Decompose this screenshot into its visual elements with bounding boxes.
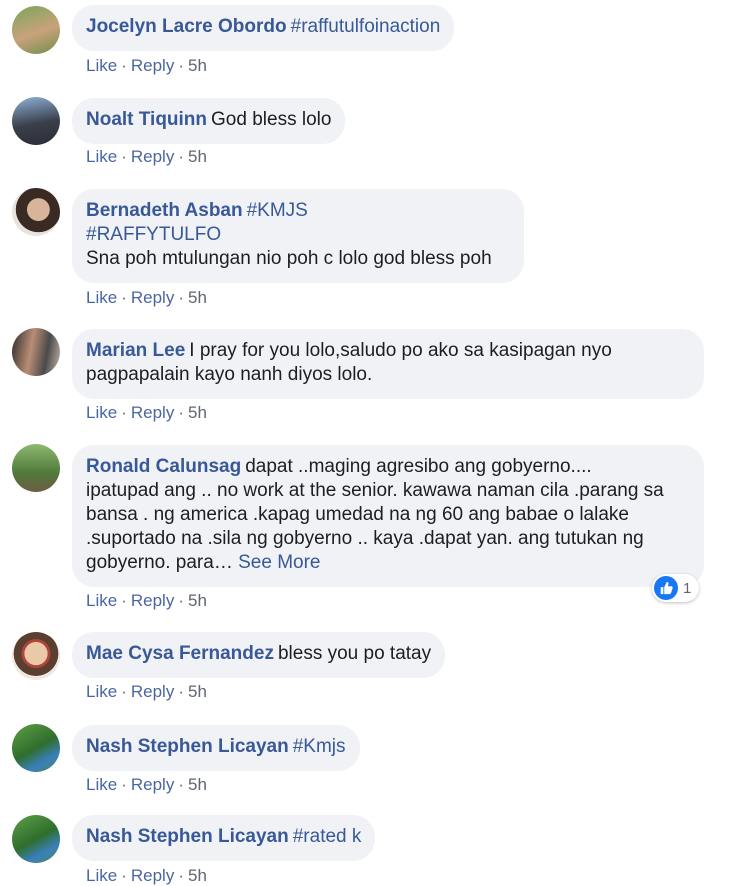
- comment-actions: Like · Reply · 5h: [86, 147, 207, 166]
- avatar[interactable]: [12, 97, 60, 145]
- avatar[interactable]: [12, 632, 60, 680]
- comment-actions: Like · Reply · 5h: [86, 682, 207, 701]
- timestamp[interactable]: 5h: [188, 147, 207, 166]
- comment-bubble: Ronald Calunsag dapat ..maging agresibo a…: [72, 445, 704, 587]
- avatar[interactable]: [12, 724, 60, 772]
- timestamp[interactable]: 5h: [188, 775, 207, 794]
- commenter-name[interactable]: Jocelyn Lacre Obordo: [86, 16, 287, 37]
- timestamp[interactable]: 5h: [188, 56, 207, 75]
- commenter-name[interactable]: Marian Lee: [86, 340, 185, 361]
- avatar[interactable]: [12, 444, 60, 492]
- comment-bubble: Nash Stephen Licayan #rated k: [72, 815, 376, 861]
- comment-bubble: Nash Stephen Licayan #Kmjs: [72, 725, 360, 771]
- comment-text: bless you po tatay: [277, 643, 432, 664]
- like-link[interactable]: Like: [86, 591, 117, 610]
- timestamp[interactable]: 5h: [188, 682, 207, 701]
- comment-hashtag[interactable]: #RAFFYTULFO: [86, 224, 221, 245]
- comment-text: I pray for you lolo,saludo po ako sa kas…: [189, 340, 612, 361]
- reply-link[interactable]: Reply: [131, 56, 174, 75]
- reply-link[interactable]: Reply: [131, 682, 174, 701]
- comment-bubble: Bernadeth Asban #KMJS #RAFFYTULFO Sna poh…: [72, 189, 524, 283]
- commenter-name[interactable]: Nash Stephen Licayan: [86, 826, 289, 847]
- like-link[interactable]: Like: [86, 56, 117, 75]
- like-link[interactable]: Like: [86, 775, 117, 794]
- like-link[interactable]: Like: [86, 682, 117, 701]
- like-link[interactable]: Like: [86, 147, 117, 166]
- comment-text: pagpapalain kayo nanh diyos lolo.: [86, 364, 373, 385]
- avatar[interactable]: [12, 815, 60, 863]
- timestamp[interactable]: 5h: [188, 403, 207, 422]
- commenter-name[interactable]: Ronald Calunsag: [86, 456, 241, 477]
- reply-link[interactable]: Reply: [131, 288, 174, 307]
- timestamp[interactable]: 5h: [188, 288, 207, 307]
- comment-text: gobyerno. para…: [86, 552, 233, 573]
- reaction-count[interactable]: 1: [652, 574, 700, 602]
- comment-hashtag[interactable]: #rated k: [293, 826, 362, 847]
- see-more-link[interactable]: See More: [238, 552, 320, 573]
- comment-bubble: Noalt Tiquinn God bless lolo: [72, 98, 346, 144]
- comment-text: Sna poh mtulungan nio poh c lolo god ble…: [86, 248, 492, 269]
- comment-actions: Like · Reply · 5h: [86, 403, 207, 422]
- comment-hashtag[interactable]: #raffutulfoinaction: [291, 16, 441, 37]
- comment-actions: Like · Reply · 5h: [86, 591, 207, 610]
- commenter-name[interactable]: Nash Stephen Licayan: [86, 736, 289, 757]
- comment-bubble: Jocelyn Lacre Obordo #raffutulfoinaction: [72, 5, 455, 51]
- reaction-count-number: 1: [683, 579, 692, 597]
- reply-link[interactable]: Reply: [131, 147, 174, 166]
- avatar[interactable]: [12, 6, 60, 54]
- avatar[interactable]: [12, 328, 60, 376]
- reply-link[interactable]: Reply: [131, 403, 174, 422]
- commenter-name[interactable]: Mae Cysa Fernandez: [86, 643, 274, 664]
- avatar[interactable]: [12, 188, 60, 236]
- like-link[interactable]: Like: [86, 403, 117, 422]
- comment-text: .suportado na .sila ng gobyerno .. kaya …: [86, 528, 644, 549]
- comment-hashtag[interactable]: #Kmjs: [293, 736, 346, 757]
- comment-actions: Like · Reply · 5h: [86, 288, 207, 307]
- comment-text: dapat ..maging agresibo ang gobyerno....: [245, 456, 592, 477]
- reply-link[interactable]: Reply: [131, 866, 174, 885]
- comment-bubble: Mae Cysa Fernandez bless you po tatay: [72, 632, 446, 678]
- commenter-name[interactable]: Bernadeth Asban: [86, 200, 243, 221]
- comment-text: ipatupad ang .. no work at the senior. k…: [86, 480, 664, 501]
- like-link[interactable]: Like: [86, 866, 117, 885]
- reply-link[interactable]: Reply: [131, 591, 174, 610]
- thumbs-up-icon: [654, 576, 678, 600]
- comment-hashtag[interactable]: #KMJS: [247, 200, 308, 221]
- commenter-name[interactable]: Noalt Tiquinn: [86, 109, 207, 130]
- like-link[interactable]: Like: [86, 288, 117, 307]
- timestamp[interactable]: 5h: [188, 591, 207, 610]
- comment-bubble: Marian Lee I pray for you lolo,saludo po …: [72, 329, 704, 399]
- comment-text: bansa . ng america .kapag umedad na ng 6…: [86, 504, 629, 525]
- comment-actions: Like · Reply · 5h: [86, 56, 207, 75]
- comment-text: God bless lolo: [211, 109, 332, 130]
- comment-actions: Like · Reply · 5h: [86, 866, 207, 885]
- timestamp[interactable]: 5h: [188, 866, 207, 885]
- reply-link[interactable]: Reply: [131, 775, 174, 794]
- comment-actions: Like · Reply · 5h: [86, 775, 207, 794]
